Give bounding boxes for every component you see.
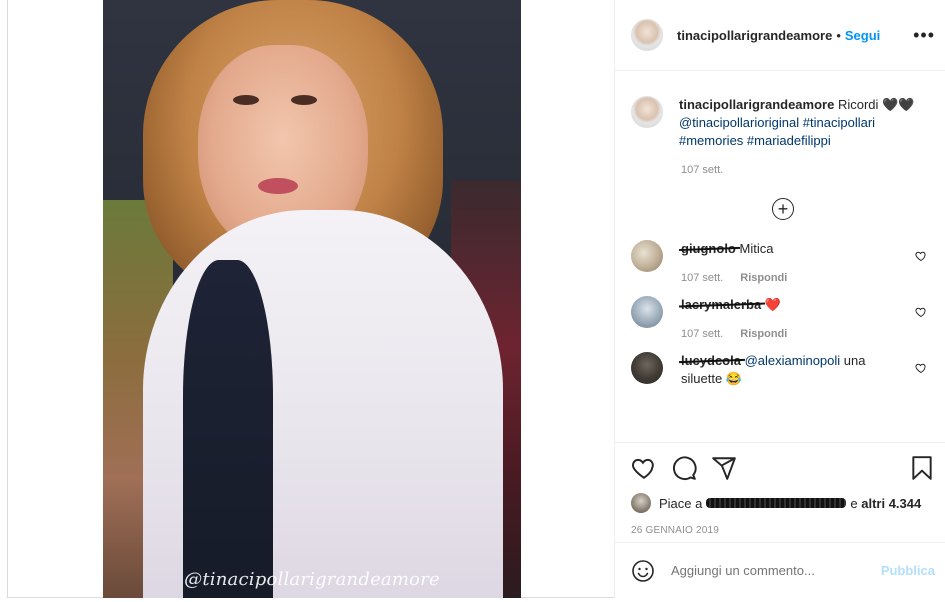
emoji-icon[interactable] <box>631 559 655 583</box>
comment-text: Mitica <box>739 241 774 256</box>
caption-text: tinacipollarigrandeamore Ricordi 🖤🖤 @tin… <box>679 96 914 150</box>
likes-summary: Piace a e altri 4.344 <box>631 493 935 513</box>
commenter-username[interactable]: lucydcola <box>681 352 741 370</box>
comment-item: giugnolo Mitica 107 sett. Rispondi <box>631 240 935 284</box>
commenter-avatar[interactable] <box>631 240 663 272</box>
author-avatar[interactable] <box>631 19 663 51</box>
likes-connector: e <box>850 495 858 511</box>
author-username[interactable]: tinacipollarigrandeamore <box>677 28 832 43</box>
comment-mention[interactable]: @alexiaminopoli <box>745 353 841 368</box>
comment-input[interactable] <box>671 563 881 578</box>
comment-text: ❤️ <box>764 297 782 312</box>
caption: tinacipollarigrandeamore Ricordi 🖤🖤 @tin… <box>631 96 935 150</box>
comment-icon[interactable] <box>671 455 697 481</box>
follow-button[interactable]: Segui <box>845 28 880 43</box>
liker-avatar[interactable] <box>631 493 651 513</box>
add-comment-bar: Pubblica <box>615 542 945 598</box>
photo-eye-right <box>291 95 317 105</box>
post-image[interactable]: @tinacipollarigrandeamore <box>103 0 521 598</box>
commenter-avatar[interactable] <box>631 296 663 328</box>
post-dialog: @tinacipollarigrandeamore tinacipollarig… <box>7 0 945 598</box>
more-options-icon[interactable]: ••• <box>913 25 935 46</box>
likes-prefix: Piace a <box>659 495 703 511</box>
post-sidebar: tinacipollarigrandeamore • Segui ••• tin… <box>614 0 945 598</box>
caption-tag[interactable]: #tinacipollari <box>803 115 875 130</box>
like-comment-icon[interactable] <box>915 250 927 262</box>
post-actions: Piace a e altri 4.344 26 GENNAIO 2019 <box>615 442 945 542</box>
reply-button[interactable]: Rispondi <box>740 272 787 284</box>
load-more-comments-icon[interactable]: + <box>772 198 794 220</box>
comments-list[interactable]: tinacipollarigrandeamore Ricordi 🖤🖤 @tin… <box>615 72 945 442</box>
commenter-username[interactable]: giugnolo <box>681 240 736 258</box>
caption-tag[interactable]: #memories <box>679 133 743 148</box>
post-date[interactable]: 26 GENNAIO 2019 <box>631 525 935 536</box>
share-icon[interactable] <box>711 455 737 481</box>
comment-time[interactable]: 107 sett. <box>681 272 723 284</box>
header-separator: • <box>836 27 841 43</box>
caption-avatar[interactable] <box>631 96 663 128</box>
publish-button[interactable]: Pubblica <box>881 563 935 578</box>
image-watermark: @tinacipollarigrandeamore <box>184 569 440 590</box>
caption-username[interactable]: tinacipollarigrandeamore <box>679 97 834 112</box>
photo-lips <box>258 178 298 194</box>
like-comment-icon[interactable] <box>915 362 927 374</box>
comment-time[interactable]: 107 sett. <box>681 328 723 340</box>
likes-count-link[interactable]: altri 4.344 <box>861 496 921 511</box>
caption-tag[interactable]: #mariadefilippi <box>747 133 831 148</box>
reply-button[interactable]: Rispondi <box>740 328 787 340</box>
photo-top <box>183 260 273 598</box>
commenter-username[interactable]: lacrymalerba <box>681 296 761 314</box>
photo-eye-left <box>233 95 259 105</box>
commenter-avatar[interactable] <box>631 352 663 384</box>
comment-item: lacrymalerba ❤️ 107 sett. Rispondi <box>631 296 935 340</box>
redacted-liker-username <box>706 498 847 508</box>
caption-mention[interactable]: @tinacipollarioriginal <box>679 115 799 130</box>
like-comment-icon[interactable] <box>915 306 927 318</box>
comment-item: lucydcola @alexiaminopoli una siluette 😂 <box>631 352 935 388</box>
caption-body: Ricordi 🖤🖤 <box>837 97 915 112</box>
load-more: + <box>631 198 935 228</box>
post-header: tinacipollarigrandeamore • Segui ••• <box>615 0 945 71</box>
caption-time[interactable]: 107 sett. <box>681 164 935 176</box>
save-bookmark-icon[interactable] <box>909 455 935 481</box>
like-icon[interactable] <box>631 455 657 481</box>
